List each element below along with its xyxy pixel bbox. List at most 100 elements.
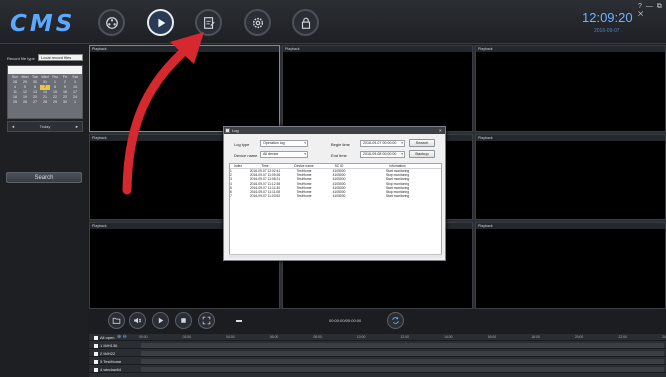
table-cell: 2016-09-07 11:03:52 bbox=[249, 194, 281, 199]
backup-button[interactable]: Backup bbox=[409, 150, 435, 158]
timeline-row[interactable]: 1 IMH136 bbox=[89, 342, 666, 349]
timeline-track[interactable] bbox=[141, 367, 664, 372]
speed-slider[interactable] bbox=[236, 320, 242, 322]
begin-time-input[interactable]: 2016-09-07 00:00:00 ▾ bbox=[360, 140, 405, 147]
settings-button[interactable] bbox=[244, 9, 271, 36]
lock-button[interactable] bbox=[292, 9, 319, 36]
horizontal-scrollbar[interactable] bbox=[229, 254, 442, 258]
search-button[interactable]: Search bbox=[6, 172, 82, 183]
column-header[interactable]: Information bbox=[354, 164, 441, 168]
close-icon[interactable]: ✕ bbox=[439, 127, 442, 134]
prev-month-icon[interactable]: ◄ bbox=[11, 124, 15, 129]
begin-time-label: Begin time bbox=[331, 142, 350, 147]
top-bar: CMS 12:09:20 2016-09-07 ? — ⧉ ✕ bbox=[0, 0, 666, 44]
timeline-tick: 22:00 bbox=[618, 335, 627, 339]
timeline-tick: 00:00 bbox=[139, 335, 148, 339]
timeline-row[interactable]: 4 window64 bbox=[89, 366, 666, 373]
column-header[interactable]: Index bbox=[230, 164, 246, 168]
play-mode-button[interactable] bbox=[147, 9, 174, 36]
column-header[interactable]: Device name bbox=[284, 164, 324, 168]
zoom-icon[interactable]: ⊕ ⊖ bbox=[117, 334, 127, 340]
fullscreen-button[interactable] bbox=[198, 312, 215, 329]
calendar-days[interactable]: Sun Mon Tue Wed Thu Fri Sat 28 29 30 31 1 2 3 4 5 6 7 8 9 10… bbox=[8, 74, 82, 106]
log-type-select[interactable]: Operation log ▾ bbox=[260, 140, 308, 147]
dialog-titlebar: Log ✕ bbox=[224, 127, 445, 134]
timeline-row-label-wrap: 2 IMH22 bbox=[94, 350, 115, 357]
window-controls[interactable]: ? — ⧉ ✕ bbox=[638, 3, 666, 19]
calendar-day[interactable]: 29 bbox=[50, 100, 60, 105]
playback-reel-button[interactable] bbox=[98, 9, 125, 36]
timeline-row-label-wrap: 3 TestHome bbox=[94, 358, 121, 365]
end-time-value: 2016-09-08 00:00:00 bbox=[363, 152, 397, 156]
search-log-button[interactable]: Search bbox=[409, 139, 435, 147]
video-pane-9[interactable]: Playback bbox=[475, 222, 666, 309]
checkbox-icon[interactable] bbox=[94, 351, 98, 356]
timeline-row[interactable]: 3 TestHome bbox=[89, 358, 666, 365]
device-name-select[interactable]: All device ▾ bbox=[260, 151, 308, 158]
end-time-label: End time bbox=[331, 153, 347, 158]
begin-time-value: 2016-09-07 00:00:00 bbox=[363, 141, 397, 145]
calendar-day[interactable]: 25 bbox=[10, 100, 20, 105]
record-file-type-select[interactable]: Local record files bbox=[38, 54, 83, 61]
column-header[interactable]: SC ID bbox=[324, 164, 354, 168]
timeline-row-label: All open bbox=[100, 335, 115, 340]
dialog-title: Log bbox=[232, 128, 239, 133]
calendar-day[interactable]: 30 bbox=[60, 100, 70, 105]
timeline-row-label: 4 window64 bbox=[100, 367, 122, 372]
timeline-tick: 16:00 bbox=[487, 335, 497, 339]
video-pane-3[interactable]: Playback bbox=[475, 45, 666, 132]
timeline-track[interactable] bbox=[141, 359, 664, 364]
sync-button[interactable] bbox=[387, 312, 404, 329]
timeline-track[interactable] bbox=[141, 351, 664, 356]
checkbox-icon[interactable] bbox=[94, 335, 98, 340]
video-pane-6[interactable]: Playback bbox=[475, 134, 666, 220]
pane-title: Playback bbox=[476, 46, 665, 52]
log-dialog: Log ✕ Log type Operation log ▾ Device nam… bbox=[223, 126, 446, 261]
timeline-all-open[interactable]: All open bbox=[94, 334, 114, 341]
timeline-track[interactable] bbox=[141, 343, 664, 348]
pane-title: Playback bbox=[283, 46, 472, 52]
calendar-day[interactable]: 28 bbox=[40, 100, 50, 105]
timeline-row-label: 2 IMH22 bbox=[100, 351, 116, 356]
timeline-tick: 08:00 bbox=[313, 335, 322, 339]
video-pane-1[interactable]: Playback bbox=[89, 45, 280, 132]
checkbox-icon[interactable] bbox=[94, 367, 98, 372]
chevron-down-icon: ▾ bbox=[304, 152, 306, 156]
sync-icon bbox=[392, 317, 399, 324]
calendar-day[interactable]: 26 bbox=[20, 100, 30, 105]
calendar[interactable]: Sun Mon Tue Wed Thu Fri Sat 28 29 30 31 1 2 3 4 5 6 7 8 9 10… bbox=[7, 65, 83, 119]
table-cell: 4105000 bbox=[332, 194, 346, 199]
stop-icon bbox=[181, 318, 186, 323]
next-month-icon[interactable]: ► bbox=[75, 124, 79, 129]
table-row[interactable]: 7 2016-09-07 11:03:52 TestHome 4105000 Start… bbox=[230, 194, 441, 198]
checkbox-icon[interactable] bbox=[94, 343, 98, 348]
column-header[interactable]: Time bbox=[246, 164, 284, 168]
app-logo: CMS bbox=[10, 11, 76, 37]
log-button[interactable] bbox=[195, 9, 222, 36]
pane-title: Playback bbox=[476, 135, 665, 141]
checkbox-icon[interactable] bbox=[94, 359, 98, 364]
calendar-day[interactable]: 1 bbox=[70, 100, 80, 105]
log-icon bbox=[203, 16, 215, 29]
fullscreen-icon bbox=[202, 316, 211, 325]
calendar-day[interactable]: 27 bbox=[30, 100, 40, 105]
end-time-input[interactable]: 2016-09-08 00:00:00 ▾ bbox=[360, 151, 405, 158]
settings-icon bbox=[252, 17, 263, 28]
timeline-row-label: 1 IMH136 bbox=[100, 343, 118, 348]
pane-title: Playback bbox=[476, 223, 665, 229]
play-button[interactable] bbox=[152, 312, 169, 329]
record-file-type-label: Record file type bbox=[7, 56, 35, 61]
device-name-label: Device name bbox=[234, 153, 258, 158]
mute-button[interactable] bbox=[129, 312, 146, 329]
calendar-month bbox=[8, 66, 82, 74]
open-folder-button[interactable] bbox=[108, 312, 125, 329]
pane-title: Playback bbox=[90, 46, 279, 52]
calendar-nav: ◄ Today ► bbox=[7, 121, 83, 132]
timeline-tick: 10:00 bbox=[356, 335, 366, 339]
chevron-down-icon: ▾ bbox=[401, 141, 403, 145]
playback-reel-icon bbox=[105, 16, 118, 29]
video-pane-2[interactable]: Playback bbox=[282, 45, 473, 132]
today-button[interactable]: Today bbox=[40, 124, 51, 129]
timeline-row[interactable]: 2 IMH22 bbox=[89, 350, 666, 357]
stop-button[interactable] bbox=[175, 312, 192, 329]
